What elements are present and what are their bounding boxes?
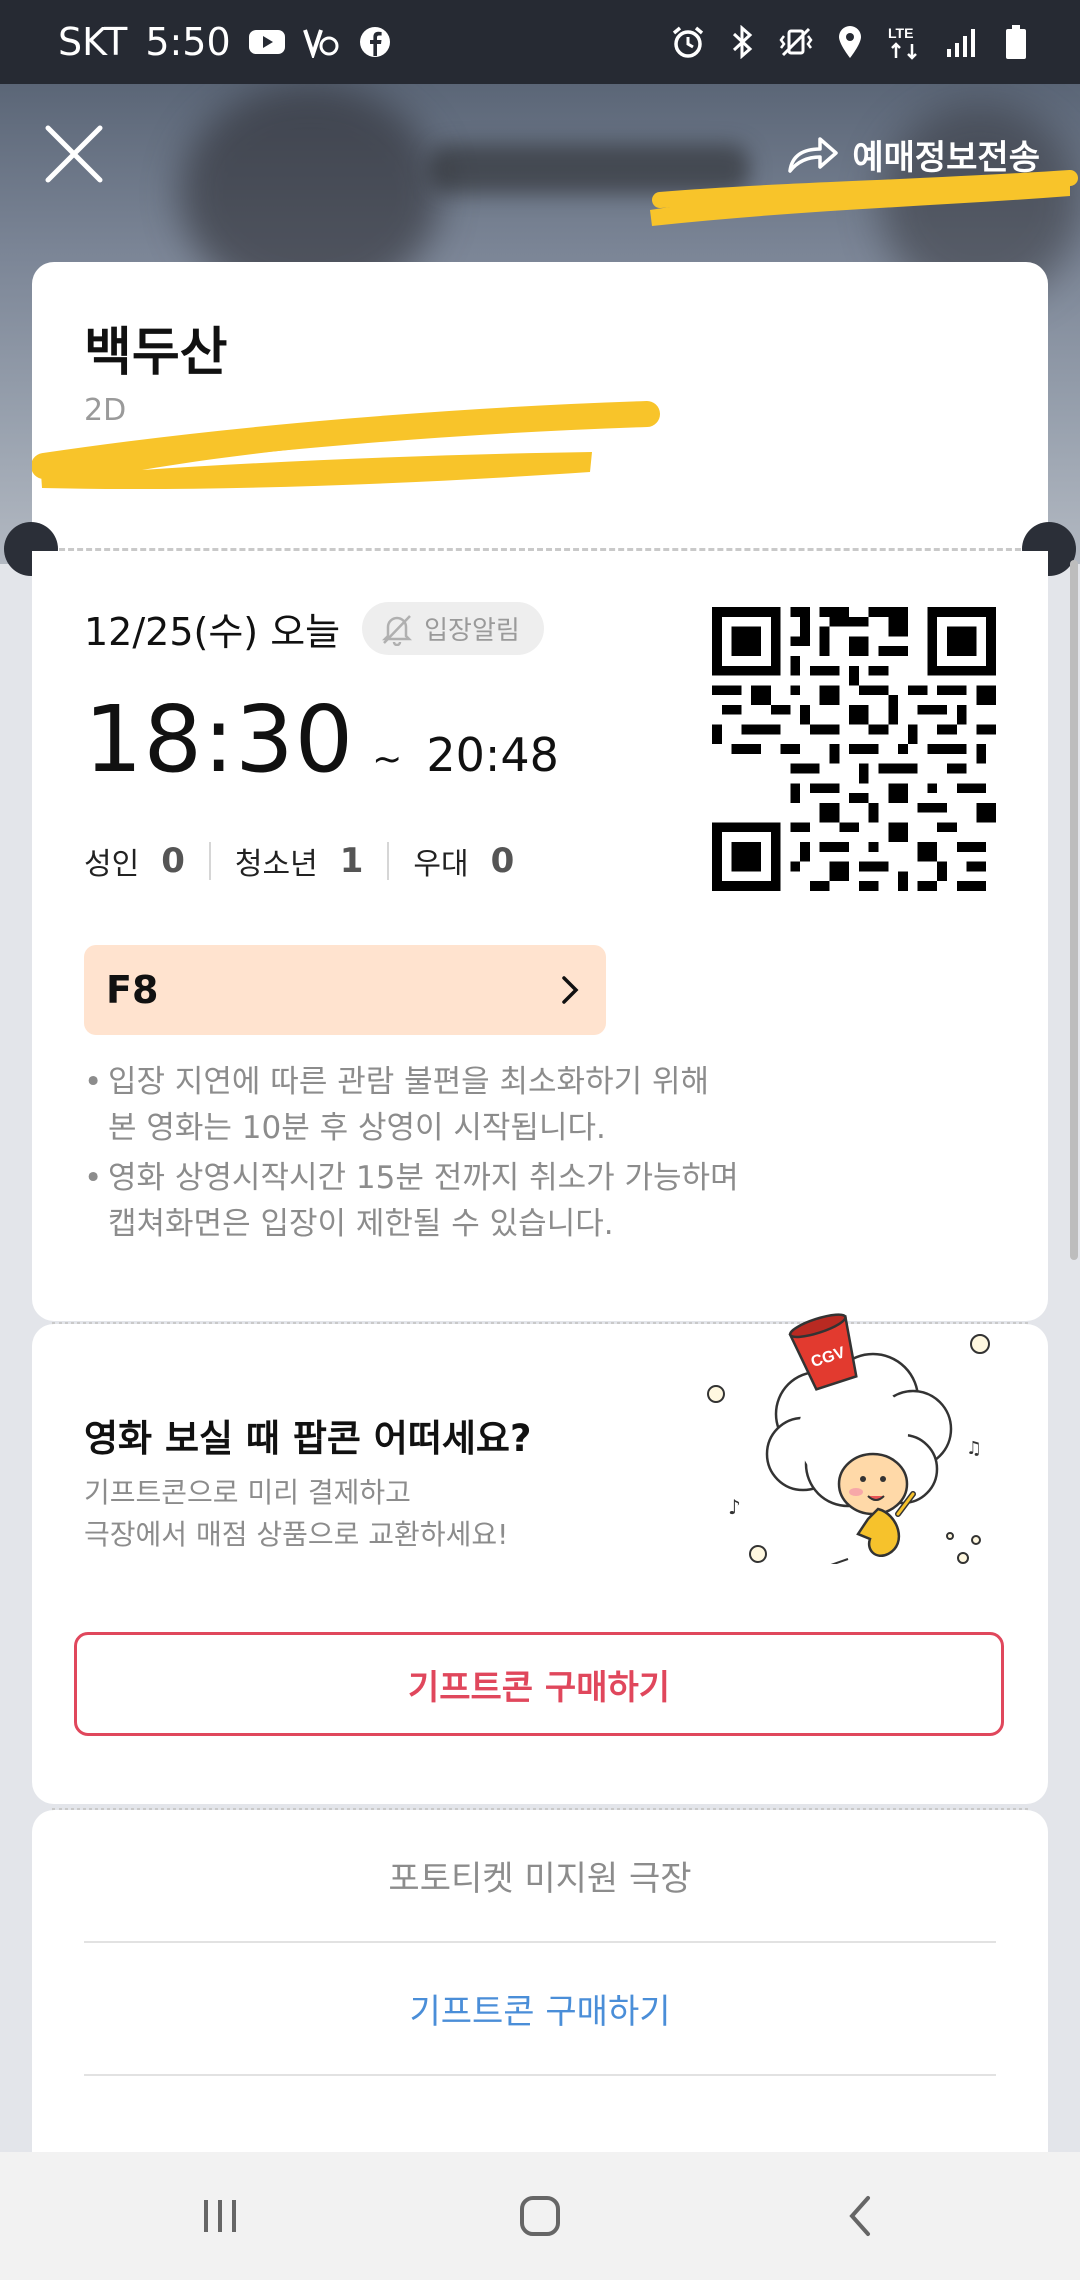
count-value: 1 xyxy=(339,841,364,881)
count-adult: 성인 0 xyxy=(84,839,185,883)
vpn-icon xyxy=(302,24,339,60)
bell-off-icon xyxy=(382,614,413,646)
home-button[interactable] xyxy=(495,2171,585,2261)
svg-text:♪: ♪ xyxy=(728,1495,741,1519)
popcorn-promo-section: 영화 보실 때 팝콘 어떠세요? 기프트콘으로 미리 결제하고 극장에서 매점 … xyxy=(32,1313,1048,1804)
gifticon-link-row[interactable]: 기프트콘 구매하기 xyxy=(84,1943,996,2076)
photo-ticket-label: 포토티켓 미지원 극장 xyxy=(388,1859,692,1899)
ticket-title-section: 백두산 2D xyxy=(32,262,1048,552)
svg-text:LTE: LTE xyxy=(888,25,913,41)
ticket-notes: 입장 지연에 따른 관람 불편을 최소화하기 위해 본 영화는 10분 후 상영… xyxy=(84,1059,996,1247)
end-time: 20:48 xyxy=(426,728,559,782)
entry-alarm-label: 입장알림 xyxy=(424,616,520,646)
recent-apps-button[interactable] xyxy=(175,2171,265,2261)
home-icon xyxy=(520,2196,560,2236)
carrier-label: SKT xyxy=(58,20,128,64)
ticket-qr-code xyxy=(712,607,996,891)
seat-button[interactable]: F8 xyxy=(84,945,606,1035)
seat-label: F8 xyxy=(106,968,159,1012)
movie-title: 백두산 xyxy=(84,323,228,383)
count-value: 0 xyxy=(490,841,515,881)
scrollbar[interactable] xyxy=(1070,560,1078,1260)
youtube-icon xyxy=(248,24,285,60)
count-label: 우대 xyxy=(413,847,469,882)
alarm-icon xyxy=(670,24,706,60)
bottom-links-section: 포토티켓 미지원 극장 기프트콘 구매하기 xyxy=(32,1810,1048,2180)
count-label: 성인 xyxy=(84,847,140,882)
buy-gifticon-button[interactable]: 기프트콘 구매하기 xyxy=(74,1632,1004,1736)
count-preferential: 우대 0 xyxy=(413,839,514,883)
chevron-right-icon xyxy=(562,976,579,1004)
location-icon xyxy=(832,24,868,60)
time-separator: ~ xyxy=(372,739,403,780)
gifticon-link-label: 기프트콘 구매하기 xyxy=(409,1992,671,2032)
lte-icon: LTE xyxy=(886,24,926,60)
count-youth: 청소년 1 xyxy=(235,839,363,883)
divider xyxy=(208,842,211,880)
divider xyxy=(387,842,390,880)
share-arrow-icon xyxy=(788,136,839,173)
back-icon xyxy=(849,2196,870,2236)
photo-ticket-unsupported-row: 포토티켓 미지원 극장 xyxy=(84,1810,996,1943)
screening-date: 12/25(수) 오늘 xyxy=(84,610,341,654)
back-button[interactable] xyxy=(815,2171,905,2261)
close-button[interactable] xyxy=(40,120,108,188)
bluetooth-icon xyxy=(724,24,760,60)
svg-text:♫: ♫ xyxy=(966,1438,982,1459)
close-icon xyxy=(45,125,103,183)
facebook-icon xyxy=(357,24,393,60)
popcorn-mascot-illustration: CGV ♪ ♫ xyxy=(707,1313,990,1564)
count-value: 0 xyxy=(161,841,185,881)
start-time: 18:30 xyxy=(84,686,355,793)
promo-title: 영화 보실 때 팝콘 어떠세요? xyxy=(84,1417,532,1460)
promo-subtitle: 기프트콘으로 미리 결제하고 극장에서 매점 상품으로 교환하세요! xyxy=(84,1476,509,1551)
recent-apps-icon xyxy=(204,2200,236,2232)
redaction-scribble xyxy=(650,170,1078,226)
signal-icon xyxy=(944,24,980,60)
status-bar: SKT 5:50 LTE xyxy=(0,0,1080,84)
note-item: 영화 상영시작시간 15분 전까지 취소가 가능하며 캡쳐화면은 입장이 제한될… xyxy=(84,1155,996,1247)
vibrate-icon xyxy=(778,24,814,60)
buy-gifticon-label: 기프트콘 구매하기 xyxy=(407,1667,671,1708)
redaction-scribble xyxy=(32,401,660,490)
note-item: 입장 지연에 따른 관람 불편을 최소화하기 위해 본 영화는 10분 후 상영… xyxy=(84,1059,996,1151)
system-navigation-bar xyxy=(0,2152,1080,2280)
clock: 5:50 xyxy=(145,20,231,64)
battery-icon xyxy=(998,24,1034,60)
ticket-info-section: 12/25(수) 오늘 입장알림 18:30 ~ 20:48 성인 0 청소년 … xyxy=(32,551,1048,1321)
count-label: 청소년 xyxy=(234,847,318,882)
entry-alarm-button[interactable]: 입장알림 xyxy=(362,602,544,655)
